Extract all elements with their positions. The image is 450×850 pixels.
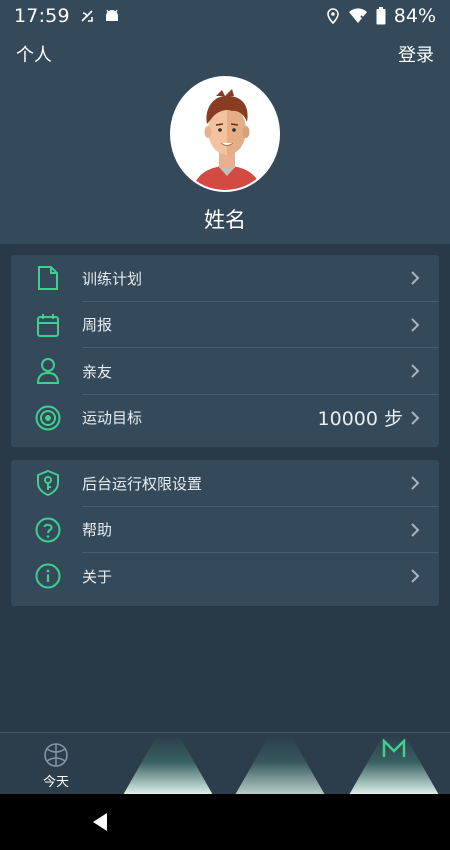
basketball-icon — [44, 743, 68, 767]
tab-label: 今天 — [42, 775, 69, 790]
chevron-right-icon — [411, 411, 420, 425]
menu-item-weekly-report[interactable]: 周报 — [11, 302, 439, 348]
login-button[interactable]: 登录 — [398, 41, 434, 67]
chevron-right-icon — [411, 364, 420, 378]
menu-item-friends[interactable]: 亲友 — [11, 348, 439, 395]
menu-card-primary: 训练计划 周报 亲友 运动目标 10000 步 — [11, 255, 439, 447]
chevron-right-icon — [411, 523, 420, 537]
chevron-right-icon — [411, 271, 420, 285]
menu-item-label: 后台运行权限设置 — [82, 474, 203, 493]
menu-item-background-permission[interactable]: 后台运行权限设置 — [11, 460, 439, 507]
tab-glow — [235, 735, 325, 795]
tab-2[interactable] — [112, 733, 224, 795]
menu-item-help[interactable]: 帮助 — [11, 507, 439, 553]
tab-today[interactable]: 今天 — [0, 733, 112, 795]
user-name: 姓名 — [204, 208, 246, 232]
no-call-icon — [81, 10, 93, 22]
menu-item-exercise-goal[interactable]: 运动目标 10000 步 — [11, 395, 439, 442]
personal-title: 个人 — [16, 45, 52, 66]
menu-item-training-plan[interactable]: 训练计划 — [11, 255, 439, 302]
top-nav: 个人 登录 — [0, 40, 450, 68]
step-goal-value: 10000 步 — [317, 408, 403, 431]
bottom-nav: 今天 — [0, 732, 450, 795]
target-icon — [35, 404, 61, 432]
menu-card-secondary: 后台运行权限设置 帮助 关于 — [11, 460, 439, 606]
menu-item-label: 训练计划 — [82, 269, 143, 288]
avatar-illustration — [192, 89, 262, 190]
chevron-right-icon — [411, 569, 420, 583]
system-nav-bar — [0, 794, 450, 850]
help-icon — [35, 516, 61, 544]
avatar[interactable] — [170, 76, 280, 192]
menu-item-label: 关于 — [82, 567, 113, 586]
info-icon — [35, 562, 61, 590]
location-icon — [326, 8, 339, 24]
profile-header: 17:59 84% 个人 登录 姓名 — [0, 0, 450, 244]
wifi-icon — [348, 8, 367, 23]
person-icon — [35, 357, 61, 385]
chevron-right-icon — [411, 476, 420, 490]
android-icon — [105, 9, 118, 21]
tab-glow — [123, 735, 213, 795]
battery-percent: 84% — [393, 5, 436, 27]
tab-4[interactable] — [338, 733, 450, 795]
calendar-icon — [35, 311, 61, 339]
document-icon — [35, 264, 61, 292]
shield-key-icon — [35, 469, 61, 497]
tab-glow — [349, 735, 439, 795]
menu-item-label: 亲友 — [82, 362, 113, 381]
menu-item-about[interactable]: 关于 — [11, 553, 439, 600]
menu-item-label: 运动目标 — [82, 409, 143, 428]
battery-icon — [376, 7, 386, 25]
tab-3[interactable] — [224, 733, 336, 795]
status-bar: 17:59 84% — [0, 0, 450, 32]
chevron-right-icon — [411, 318, 420, 332]
menu-item-label: 帮助 — [82, 521, 113, 540]
menu-item-label: 周报 — [82, 316, 113, 335]
status-time: 17:59 — [14, 5, 70, 27]
back-icon[interactable] — [91, 812, 109, 832]
